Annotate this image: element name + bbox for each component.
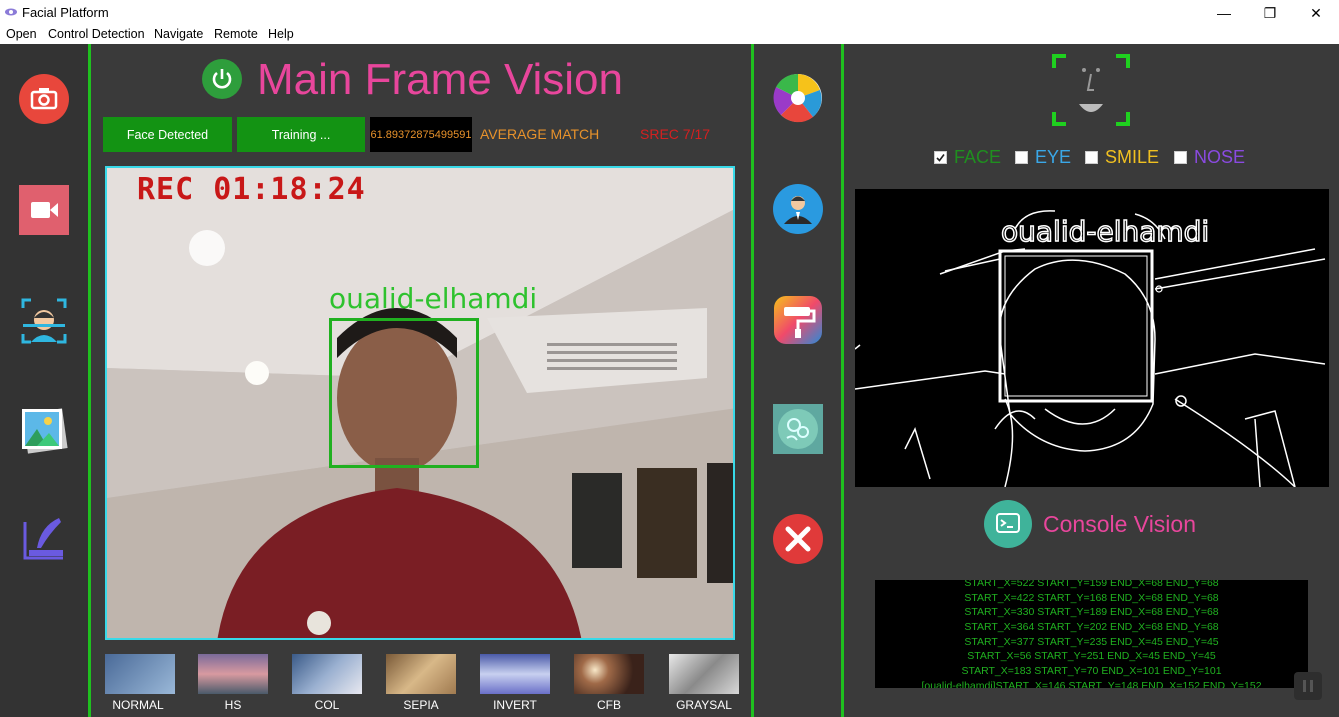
divider-mid: [751, 44, 754, 717]
smile-checkbox-label: SMILE: [1105, 147, 1160, 167]
console-line: START_X=56 START_Y=251 END_X=45 END_Y=45: [967, 650, 1216, 663]
menu-navigate[interactable]: Navigate: [154, 27, 203, 41]
filter-cfb-thumb: [574, 654, 644, 694]
smile-checkbox[interactable]: [1085, 151, 1098, 164]
filter-invert-label: INVERT: [493, 698, 537, 712]
menu-bar: Open Control Detection Navigate Remote H…: [0, 26, 1339, 44]
filter-normal-thumb: [105, 654, 175, 694]
window-title: Facial Platform: [22, 5, 109, 20]
training-badge: Training ...: [237, 117, 365, 152]
filter-graysal-label: GRAYSAL: [676, 698, 732, 712]
console-button[interactable]: [984, 500, 1032, 548]
signature-icon[interactable]: [19, 514, 69, 564]
maximize-button[interactable]: ❐: [1247, 0, 1293, 26]
paint-roller-icon[interactable]: [773, 295, 823, 345]
console-line: START_X=364 START_Y=202 END_X=68 END_Y=6…: [964, 621, 1219, 634]
console-output: START_X=522 START_Y=159 END_X=68 END_Y=6…: [875, 580, 1308, 688]
face-checkbox-label: FACE: [954, 147, 1002, 167]
camera-feed: REC 01:18:24 oualid-elhamdi: [105, 166, 735, 640]
srec-counter: SREC 7/17: [640, 126, 711, 142]
face-bounding-box: [329, 318, 479, 468]
filter-graysal[interactable]: GRAYSAL: [669, 654, 749, 712]
nose-checkbox-label: NOSE: [1194, 147, 1246, 167]
window-title-bar: Facial Platform — ❐ ✕: [0, 0, 1339, 26]
console-line: START_X=522 START_Y=159 END_X=68 END_Y=6…: [964, 580, 1219, 589]
terminal-icon: [996, 513, 1020, 533]
pause-icon: [1303, 680, 1313, 692]
menu-help[interactable]: Help: [268, 27, 294, 41]
user-profile-icon[interactable]: [773, 184, 823, 234]
filter-col-thumb: [292, 654, 362, 694]
menu-control-detection[interactable]: Control Detection: [48, 27, 145, 41]
settings-flower-icon[interactable]: [773, 404, 823, 454]
console-line: START_X=330 START_Y=189 END_X=68 END_Y=6…: [964, 606, 1219, 619]
power-icon: [212, 69, 232, 89]
divider-left: [88, 44, 91, 717]
filter-sepia-label: SEPIA: [403, 698, 439, 712]
console-title: Console Vision: [1043, 511, 1197, 537]
face-detect-logo-icon: [1052, 54, 1130, 126]
menu-remote[interactable]: Remote: [214, 27, 258, 41]
nose-checkbox[interactable]: [1174, 151, 1187, 164]
filter-col-label: COL: [314, 698, 340, 712]
rec-time: 01:18:24: [213, 172, 366, 207]
console-line: [oualid-elhamdi]START_X=146 START_Y=148 …: [921, 679, 1262, 688]
match-score: 61.89372875499591: [370, 117, 472, 152]
exit-icon[interactable]: [773, 514, 823, 564]
filter-col[interactable]: COL: [292, 654, 372, 712]
filter-cfb[interactable]: CFB: [574, 654, 654, 712]
rec-label: REC: [137, 172, 195, 207]
app-logo-icon: [5, 8, 17, 16]
console-line: START_X=377 START_Y=235 END_X=45 END_Y=4…: [964, 635, 1219, 648]
face-detected-badge: Face Detected: [103, 117, 232, 152]
filter-hs[interactable]: HS: [198, 654, 278, 712]
detected-name-label: oualid-elhamdi: [329, 282, 538, 315]
filter-normal-label: NORMAL: [112, 698, 164, 712]
filter-sepia-thumb: [386, 654, 456, 694]
console-line: START_X=422 START_Y=168 END_X=68 END_Y=6…: [964, 591, 1219, 604]
filter-sepia[interactable]: SEPIA: [386, 654, 466, 712]
filter-normal[interactable]: NORMAL: [103, 654, 183, 712]
eye-checkbox-label: EYE: [1035, 147, 1072, 167]
edge-name-label: oualid-elhamdi: [1000, 214, 1210, 249]
filter-hs-thumb: [198, 654, 268, 694]
eye-checkbox[interactable]: [1015, 151, 1028, 164]
minimize-button[interactable]: —: [1201, 0, 1247, 26]
filter-hs-label: HS: [224, 698, 242, 712]
video-record-icon[interactable]: [19, 185, 69, 235]
left-sidebar: [0, 44, 88, 717]
check-icon: [936, 154, 945, 162]
filter-invert[interactable]: INVERT: [480, 654, 560, 712]
rec-indicator: REC 01:18:24: [137, 172, 366, 207]
color-wheel-icon[interactable]: [773, 73, 823, 123]
close-button[interactable]: ✕: [1293, 0, 1339, 26]
filter-graysal-thumb: [669, 654, 739, 694]
face-checkbox[interactable]: [934, 151, 947, 164]
face-scan-icon[interactable]: [19, 296, 69, 346]
gallery-icon[interactable]: [19, 405, 69, 455]
console-line: START_X=183 START_Y=70 END_X=101 END_Y=1…: [961, 665, 1222, 678]
menu-open[interactable]: Open: [6, 27, 37, 41]
pause-button[interactable]: [1294, 672, 1322, 700]
divider-right: [841, 44, 844, 717]
filter-invert-thumb: [480, 654, 550, 694]
page-title: Main Frame Vision: [257, 55, 623, 104]
average-match-label: AVERAGE MATCH: [480, 126, 600, 142]
power-button[interactable]: [202, 59, 242, 99]
edge-detection-view: oualid-elhamdi: [855, 189, 1329, 487]
filter-cfb-label: CFB: [597, 698, 621, 712]
camera-icon[interactable]: [19, 74, 69, 124]
